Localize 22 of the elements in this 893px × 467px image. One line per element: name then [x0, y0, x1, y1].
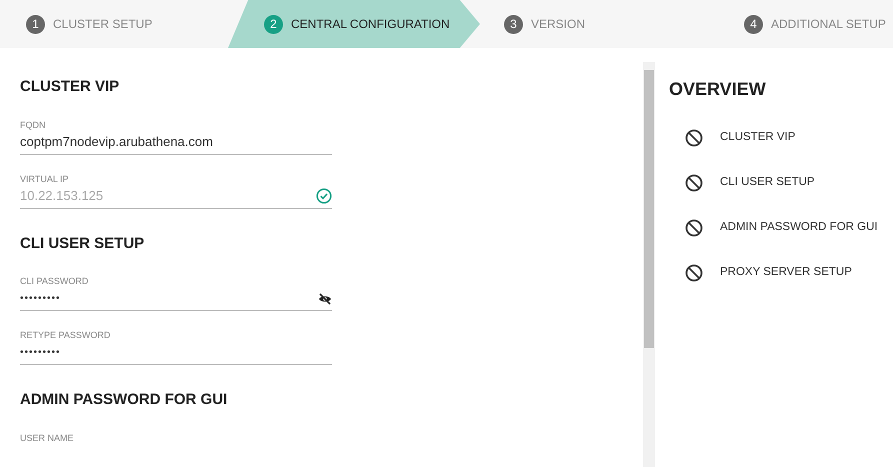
section-title: CLI USER SETUP: [20, 234, 146, 254]
field-label: VIRTUAL IP: [20, 172, 70, 184]
field-label: RETYPE PASSWORD: [20, 329, 112, 341]
field-label: USER NAME: [20, 432, 75, 444]
stepper-step[interactable]: 1 CLUSTER SETUP: [0, 0, 228, 48]
eye-off-icon[interactable]: [318, 292, 332, 304]
field-label: FQDN: [20, 118, 46, 130]
overview-item: ADMIN PASSWORD FOR GUI: [720, 220, 878, 236]
section-title: ADMIN PASSWORD FOR GUI: [20, 390, 228, 410]
field-label: CLI PASSWORD: [20, 275, 90, 287]
password-field[interactable]: •••••••••: [20, 287, 332, 311]
section-title: CLUSTER VIP: [20, 77, 120, 97]
input-field[interactable]: coptpm7nodevip.arubathena.com: [20, 130, 332, 154]
overview-item: CLUSTER VIP: [720, 130, 796, 146]
stepper-step[interactable]: 2 CENTRAL CONFIGURATION: [228, 0, 480, 48]
password-field[interactable]: •••••••••: [20, 341, 332, 365]
stepper-step[interactable]: 4 ADDITIONAL SETUP: [720, 0, 893, 48]
scrollbar[interactable]: [643, 62, 655, 467]
stepper-step[interactable]: 3 VERSION: [480, 0, 720, 48]
overview-item: CLI USER SETUP: [720, 175, 815, 190]
overview-title: OVERVIEW: [669, 78, 767, 101]
overview-item: PROXY SERVER SETUP: [720, 265, 852, 280]
